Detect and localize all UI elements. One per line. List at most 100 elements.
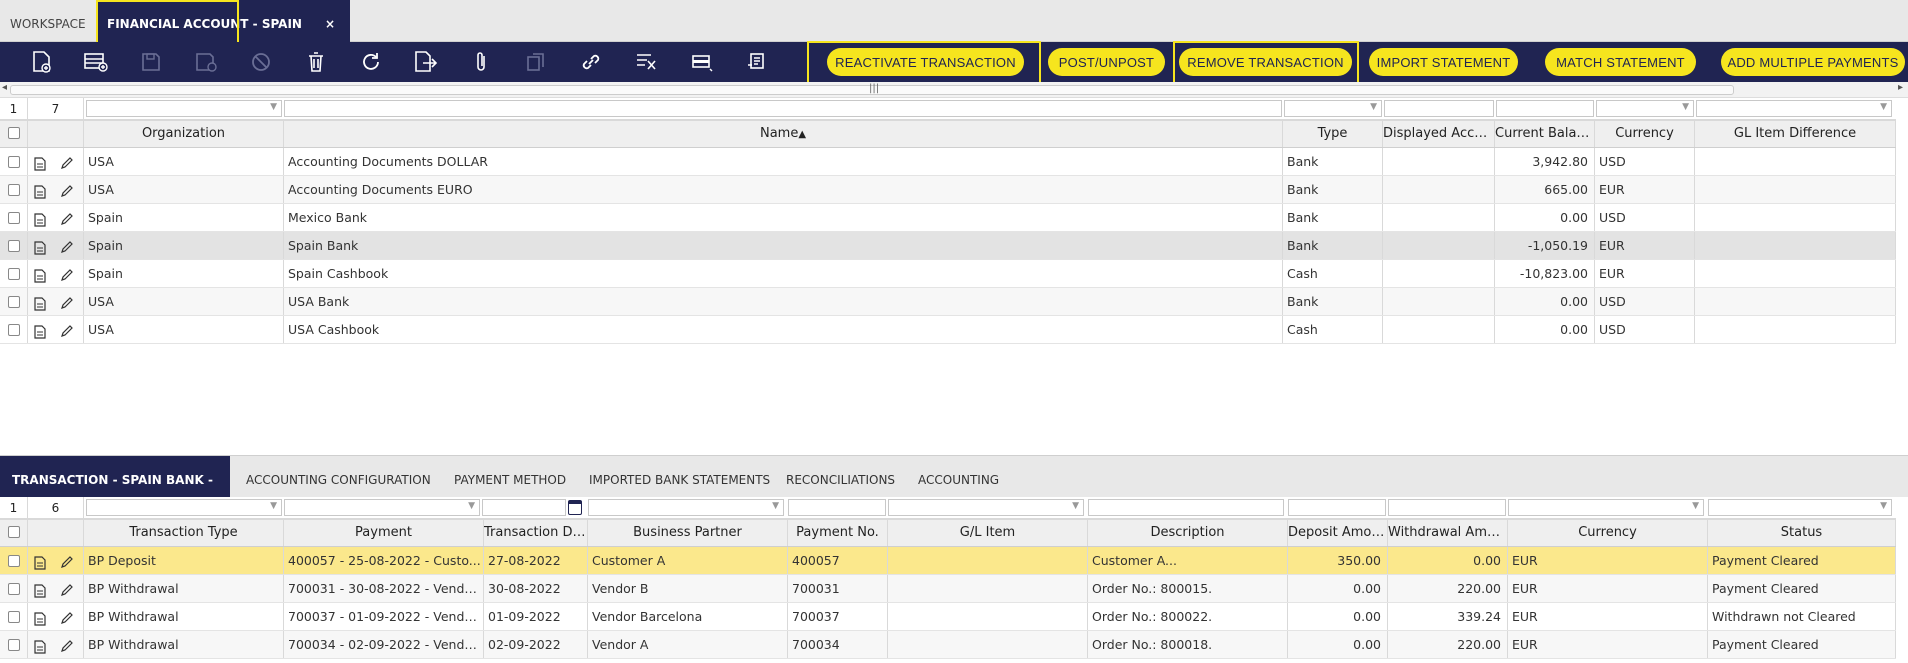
open-form-icon[interactable] <box>34 581 46 602</box>
col-currency[interactable]: Currency <box>1508 520 1708 546</box>
row-checkbox[interactable] <box>8 639 20 651</box>
filter-status[interactable]: ▼ <box>1708 499 1892 516</box>
row-checkbox[interactable] <box>8 268 20 280</box>
col-payment-no[interactable]: Payment No. <box>788 520 888 546</box>
match-statement-button[interactable]: MATCH STATEMENT <box>1545 48 1696 76</box>
collapse-right-icon[interactable]: ▸ <box>1898 82 1903 93</box>
edit-pencil-icon[interactable] <box>60 321 74 343</box>
tab-payment-method[interactable]: PAYMENT METHOD <box>442 456 578 498</box>
tab-imported-bank-statements[interactable]: IMPORTED BANK STATEMENTS <box>577 456 782 498</box>
open-form-icon[interactable] <box>34 553 46 574</box>
account-row[interactable]: USA USA Bank Bank 0.00 USD <box>0 288 1896 316</box>
transaction-row[interactable]: BP Withdrawal 700031 - 30-08-2022 - Vendo… <box>0 575 1896 603</box>
edit-pencil-icon[interactable] <box>60 153 74 175</box>
pane-splitter[interactable]: ◂ ||| ▸ <box>0 82 1908 98</box>
post-unpost-button[interactable]: POST/UNPOST <box>1048 48 1165 76</box>
col-currency[interactable]: Currency <box>1595 121 1695 147</box>
filter-transaction-date[interactable] <box>482 499 566 516</box>
edit-pencil-icon[interactable] <box>60 293 74 315</box>
refresh-icon[interactable] <box>356 48 386 76</box>
col-type[interactable]: Type <box>1283 121 1383 147</box>
filter-currency[interactable]: ▼ <box>1508 499 1704 516</box>
attachment-icon[interactable] <box>466 48 496 76</box>
dropdown-icon[interactable]: ▼ <box>468 501 475 511</box>
filter-payment-no[interactable] <box>788 499 886 516</box>
col-gl-item[interactable]: G/L Item <box>888 520 1088 546</box>
add-multiple-payments-button[interactable]: ADD MULTIPLE PAYMENTS <box>1721 48 1905 76</box>
tab-reconciliations[interactable]: RECONCILIATIONS <box>774 456 907 498</box>
tab-workspace[interactable]: WORKSPACE <box>0 0 96 42</box>
edit-pencil-icon[interactable] <box>60 636 74 658</box>
dropdown-icon[interactable]: ▼ <box>1692 501 1699 511</box>
row-checkbox[interactable] <box>8 324 20 336</box>
open-form-icon[interactable] <box>34 210 46 231</box>
col-organization[interactable]: Organization <box>84 121 284 147</box>
open-form-icon[interactable] <box>34 182 46 203</box>
filter-business-partner[interactable]: ▼ <box>588 499 784 516</box>
dropdown-icon[interactable]: ▼ <box>270 102 277 112</box>
new-document-icon[interactable] <box>27 48 57 76</box>
open-form-icon[interactable] <box>34 266 46 287</box>
row-checkbox[interactable] <box>8 296 20 308</box>
select-all-checkbox[interactable] <box>8 526 20 538</box>
edit-pencil-icon[interactable] <box>60 552 74 574</box>
col-transaction-type[interactable]: Transaction Type <box>84 520 284 546</box>
row-checkbox[interactable] <box>8 156 20 168</box>
save-close-icon[interactable] <box>191 48 221 76</box>
account-row[interactable]: Spain Mexico Bank Bank 0.00 USD <box>0 204 1896 232</box>
col-transaction-date[interactable]: Transaction Date <box>484 520 588 546</box>
transaction-row[interactable]: BP Deposit 400057 - 25-08-2022 - Custo...… <box>0 547 1896 575</box>
col-withdrawal-amount[interactable]: Withdrawal Amount <box>1388 520 1508 546</box>
row-checkbox[interactable] <box>8 555 20 567</box>
open-form-icon[interactable] <box>34 637 46 658</box>
edit-pencil-icon[interactable] <box>60 209 74 231</box>
col-current-balance[interactable]: Current Balance <box>1495 121 1595 147</box>
filter-type[interactable]: ▼ <box>1284 100 1382 117</box>
open-form-icon[interactable] <box>34 154 46 175</box>
filter-current-balance[interactable] <box>1496 100 1594 117</box>
account-row[interactable]: Spain Spain Bank Bank -1,050.19 EUR <box>0 232 1896 260</box>
open-form-icon[interactable] <box>34 294 46 315</box>
collapse-left-icon[interactable]: ◂ <box>2 82 7 93</box>
filter-icon[interactable] <box>631 48 661 76</box>
delete-icon[interactable] <box>301 48 331 76</box>
dropdown-icon[interactable]: ▼ <box>772 501 779 511</box>
filter-withdrawal-amount[interactable] <box>1388 499 1506 516</box>
filter-payment[interactable]: ▼ <box>284 499 480 516</box>
print-icon[interactable] <box>742 48 772 76</box>
filter-gl-item[interactable]: ▼ <box>888 499 1084 516</box>
dropdown-icon[interactable]: ▼ <box>1072 501 1079 511</box>
row-checkbox[interactable] <box>8 583 20 595</box>
open-form-icon[interactable] <box>34 238 46 259</box>
transaction-row[interactable]: BP Withdrawal 700037 - 01-09-2022 - Vendo… <box>0 603 1896 631</box>
filter-displayed-account[interactable] <box>1384 100 1494 117</box>
col-gl-item-difference[interactable]: GL Item Difference <box>1695 121 1896 147</box>
filter-name[interactable] <box>284 100 1282 117</box>
col-description[interactable]: Description <box>1088 520 1288 546</box>
open-form-icon[interactable] <box>34 609 46 630</box>
account-row[interactable]: USA USA Cashbook Cash 0.00 USD <box>0 316 1896 344</box>
tab-transaction[interactable]: TRANSACTION - SPAIN BANK - EUR... <box>0 456 230 535</box>
dropdown-icon[interactable]: ▼ <box>1370 102 1377 112</box>
row-checkbox[interactable] <box>8 184 20 196</box>
select-all-checkbox[interactable] <box>8 127 20 139</box>
edit-pencil-icon[interactable] <box>60 265 74 287</box>
dropdown-icon[interactable]: ▼ <box>1880 501 1887 511</box>
tab-accounting-configuration[interactable]: ACCOUNTING CONFIGURATION <box>234 456 443 498</box>
edit-pencil-icon[interactable] <box>60 181 74 203</box>
row-checkbox[interactable] <box>8 240 20 252</box>
row-checkbox[interactable] <box>8 212 20 224</box>
close-tab-icon[interactable]: × <box>325 0 335 48</box>
dropdown-icon[interactable]: ▼ <box>270 501 277 511</box>
col-displayed-account[interactable]: Displayed Account <box>1383 121 1495 147</box>
dropdown-icon[interactable]: ▼ <box>1880 102 1887 112</box>
account-row[interactable]: Spain Spain Cashbook Cash -10,823.00 EUR <box>0 260 1896 288</box>
edit-pencil-icon[interactable] <box>60 237 74 259</box>
grid-view-icon[interactable] <box>687 48 717 76</box>
account-row[interactable]: USA Accounting Documents DOLLAR Bank 3,942.… <box>0 148 1896 176</box>
clone-icon[interactable] <box>521 48 551 76</box>
row-checkbox[interactable] <box>8 611 20 623</box>
transaction-row[interactable]: BP Withdrawal 700034 - 02-09-2022 - Vendo… <box>0 631 1896 659</box>
import-statement-button[interactable]: IMPORT STATEMENT <box>1369 48 1518 76</box>
save-icon[interactable] <box>136 48 166 76</box>
